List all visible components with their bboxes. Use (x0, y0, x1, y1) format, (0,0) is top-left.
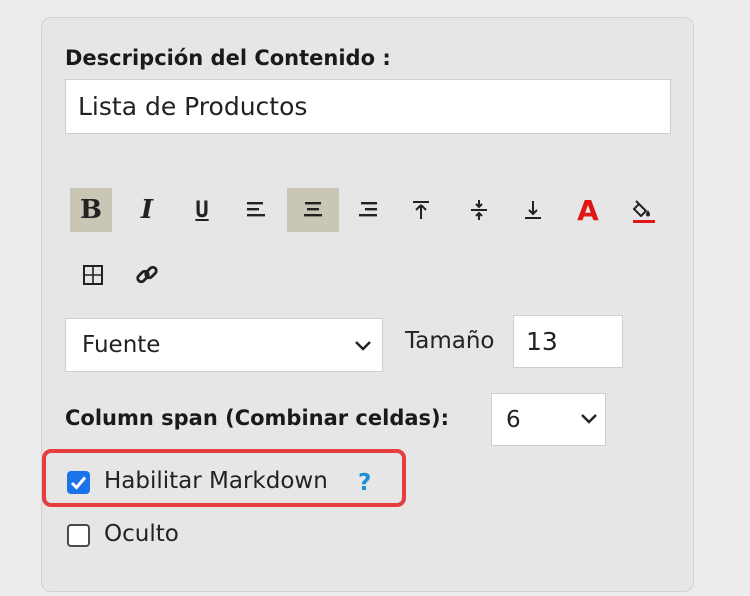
valign-top-button[interactable] (400, 188, 442, 232)
chevron-down-icon (581, 414, 597, 424)
link-icon (136, 265, 158, 284)
markdown-help-icon[interactable]: ? (358, 470, 371, 496)
font-select-value: Fuente (82, 332, 161, 358)
valign-top-icon (413, 201, 429, 219)
valign-bottom-icon (525, 201, 541, 219)
align-center-icon (304, 202, 322, 217)
bold-button[interactable]: B (70, 188, 112, 232)
hidden-label[interactable]: Oculto (104, 521, 179, 547)
align-left-button[interactable] (236, 188, 278, 232)
align-left-icon (247, 202, 265, 217)
chevron-down-icon (355, 341, 371, 351)
markdown-checkbox[interactable] (67, 471, 90, 494)
italic-icon: I (140, 195, 154, 225)
underline-button[interactable]: U (181, 188, 223, 232)
align-right-button[interactable] (346, 188, 388, 232)
column-span-value: 6 (506, 407, 521, 433)
column-span-select[interactable]: 6 (491, 393, 606, 446)
content-description-label: Descripción del Contenido : (65, 46, 391, 70)
markdown-label[interactable]: Habilitar Markdown (104, 468, 328, 494)
content-description-input[interactable]: Lista de Productos (65, 79, 671, 134)
hidden-checkbox[interactable] (67, 524, 90, 547)
valign-middle-icon (471, 200, 487, 220)
bold-icon: B (80, 195, 102, 225)
valign-bottom-button[interactable] (512, 188, 554, 232)
align-right-icon (359, 202, 377, 217)
font-color-button[interactable]: A (567, 188, 609, 232)
font-size-label: Tamaño (405, 328, 495, 354)
font-size-input[interactable]: 13 (513, 315, 623, 368)
italic-button[interactable]: I (126, 188, 168, 232)
font-color-icon: A (577, 193, 599, 227)
table-button[interactable] (72, 253, 114, 297)
column-span-label: Column span (Combinar celdas): (65, 406, 450, 430)
fill-color-icon (633, 200, 655, 223)
table-icon (83, 265, 103, 285)
fill-color-button[interactable] (623, 188, 665, 232)
valign-middle-button[interactable] (458, 188, 500, 232)
align-center-button[interactable] (287, 188, 339, 232)
font-select[interactable]: Fuente (65, 318, 383, 372)
check-icon (70, 476, 87, 490)
link-button[interactable] (126, 253, 168, 297)
underline-icon: U (195, 197, 209, 223)
